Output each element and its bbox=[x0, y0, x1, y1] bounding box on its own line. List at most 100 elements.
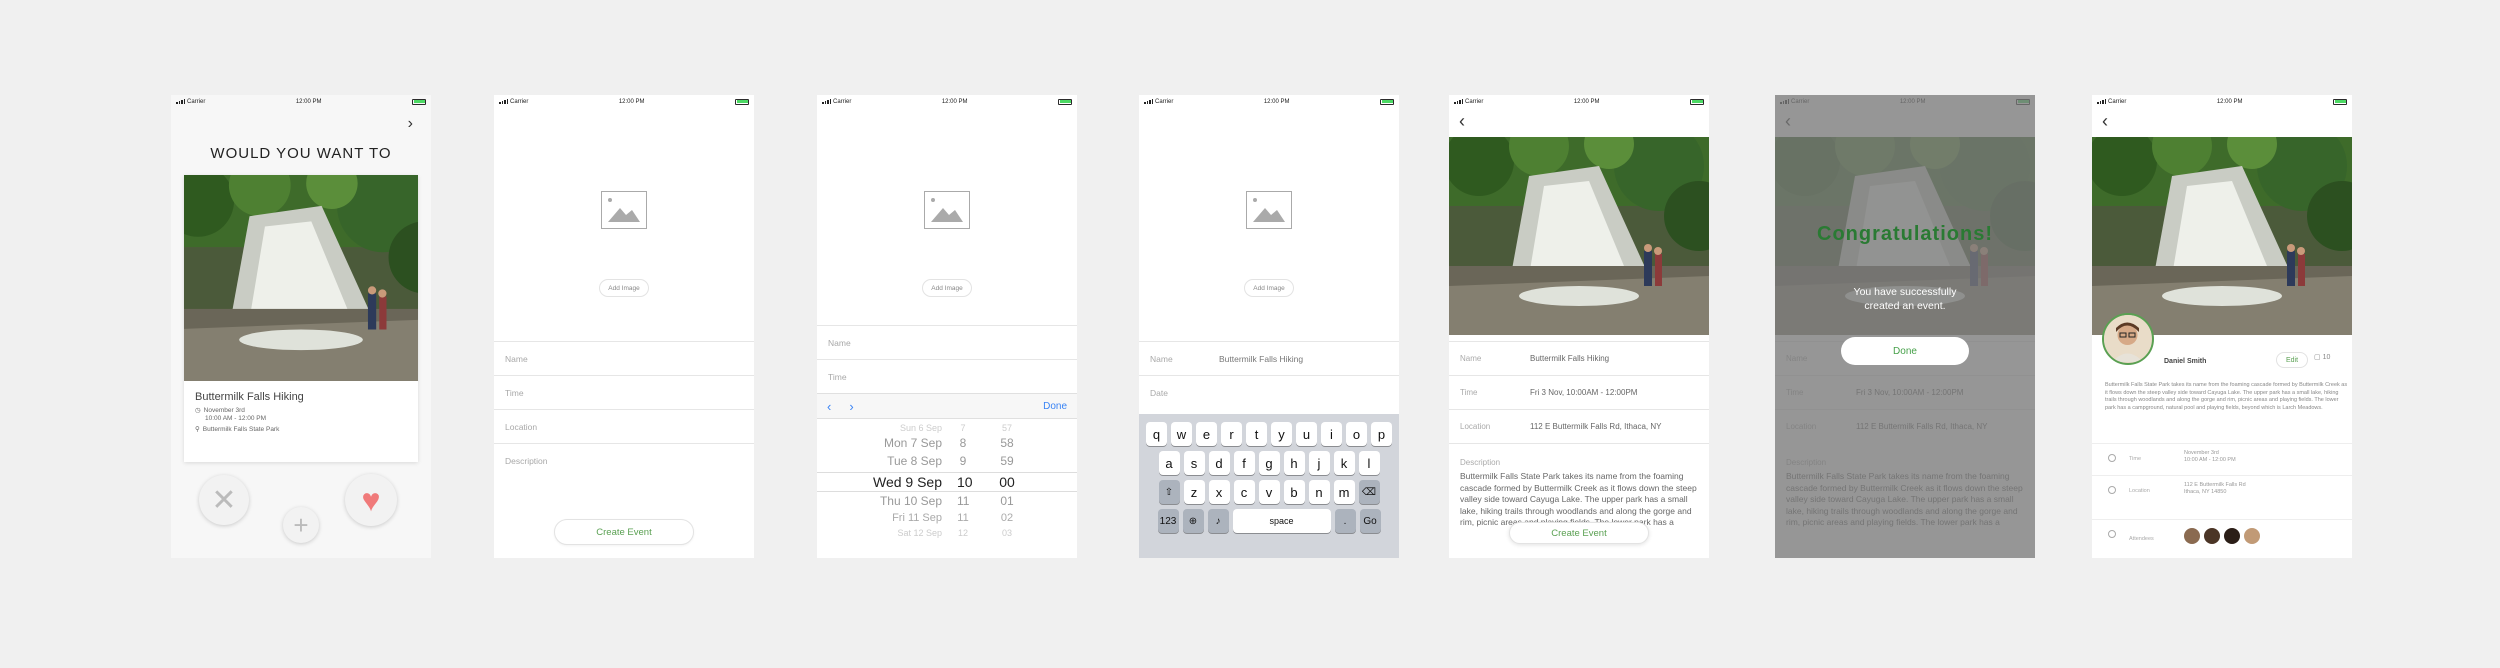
add-image-button[interactable]: Add Image bbox=[1244, 279, 1294, 297]
key-c[interactable]: c bbox=[1233, 480, 1255, 504]
key-e[interactable]: e bbox=[1196, 422, 1217, 446]
picker-row[interactable]: Tue 8 Sep 9 59 bbox=[817, 454, 1077, 472]
key-u[interactable]: u bbox=[1296, 422, 1317, 446]
key-i[interactable]: i bbox=[1321, 422, 1342, 446]
picker-row[interactable]: Thu 10 Sep 11 01 bbox=[817, 494, 1077, 512]
key-z[interactable]: z bbox=[1183, 480, 1205, 504]
key-x[interactable]: x bbox=[1208, 480, 1230, 504]
key-m[interactable]: m bbox=[1333, 480, 1355, 504]
done-button[interactable]: Done bbox=[1043, 401, 1067, 412]
key-b[interactable]: b bbox=[1283, 480, 1305, 504]
carrier: Carrier bbox=[1155, 98, 1174, 105]
carrier: Carrier bbox=[187, 98, 206, 105]
description-label: Description bbox=[1460, 458, 1501, 467]
avatar[interactable] bbox=[2102, 313, 2154, 365]
time-label: Time bbox=[1460, 388, 1478, 397]
key-s[interactable]: s bbox=[1183, 451, 1205, 475]
screen-event-detail: Carrier 12:00 PM ‹ Name Buttermilk Falls … bbox=[1449, 95, 1709, 558]
name-value: Buttermilk Falls Hiking bbox=[1219, 353, 1304, 364]
add-image-button[interactable]: Add Image bbox=[599, 279, 649, 297]
back-icon[interactable]: ‹ bbox=[1459, 111, 1465, 132]
attendee-avatar[interactable] bbox=[2184, 528, 2200, 544]
globe-icon[interactable]: ⊕ bbox=[1182, 509, 1204, 533]
key-r[interactable]: r bbox=[1221, 422, 1242, 446]
location-field[interactable]: Location bbox=[494, 409, 754, 443]
time-placeholder: Time bbox=[828, 371, 847, 382]
clock: 12:00 PM bbox=[1573, 98, 1600, 105]
chevron-right-icon[interactable]: › bbox=[849, 399, 853, 414]
backspace-key[interactable]: ⌫ bbox=[1358, 480, 1380, 504]
name-field[interactable]: Name bbox=[494, 341, 754, 375]
key-j[interactable]: j bbox=[1308, 451, 1330, 475]
description-field[interactable]: Description bbox=[494, 443, 754, 477]
date-field[interactable]: Date bbox=[1139, 375, 1399, 409]
numbers-key[interactable]: 123 bbox=[1157, 509, 1179, 533]
shift-key[interactable]: ⇧ bbox=[1158, 480, 1180, 504]
picker-row[interactable]: Sat 12 Sep 12 03 bbox=[817, 528, 1077, 546]
time-row[interactable]: Time Fri 3 Nov, 10:00AM - 12:00PM bbox=[1449, 375, 1709, 409]
like-button[interactable]: ♥ bbox=[345, 474, 397, 526]
go-key[interactable]: Go bbox=[1359, 509, 1381, 533]
dot-key[interactable]: . bbox=[1334, 509, 1356, 533]
chevron-left-icon[interactable]: ‹ bbox=[827, 399, 831, 414]
key-v[interactable]: v bbox=[1258, 480, 1280, 504]
attendee-avatar[interactable] bbox=[2244, 528, 2260, 544]
image-placeholder: Add Image bbox=[494, 111, 754, 341]
key-l[interactable]: l bbox=[1358, 451, 1380, 475]
key-p[interactable]: p bbox=[1371, 422, 1392, 446]
name-field[interactable]: Name Buttermilk Falls Hiking bbox=[1139, 341, 1399, 375]
add-image-button[interactable]: Add Image bbox=[922, 279, 972, 297]
picker-row-selected[interactable]: Wed 9 Sep 10 00 bbox=[817, 474, 1077, 492]
key-t[interactable]: t bbox=[1246, 422, 1267, 446]
description-text: Buttermilk Falls State Park takes its na… bbox=[2105, 382, 2348, 411]
key-h[interactable]: h bbox=[1283, 451, 1305, 475]
key-y[interactable]: y bbox=[1271, 422, 1292, 446]
edit-button[interactable]: Edit bbox=[2276, 352, 2308, 368]
clock-icon: ◷ bbox=[195, 407, 201, 414]
mic-icon[interactable]: ♪ bbox=[1207, 509, 1229, 533]
heart-icon: ♥ bbox=[361, 481, 381, 518]
battery-icon bbox=[1690, 98, 1704, 105]
create-event-button[interactable]: Create Event bbox=[1509, 522, 1649, 544]
key-a[interactable]: a bbox=[1158, 451, 1180, 475]
location-pin-icon: ⚲ bbox=[195, 426, 200, 433]
event-date: November 3rd bbox=[203, 406, 245, 414]
screen-keyboard: Carrier 12:00 PM Add Image Name Buttermil… bbox=[1139, 95, 1399, 558]
key-f[interactable]: f bbox=[1233, 451, 1255, 475]
comments-button[interactable]: ▢ 10 bbox=[2314, 353, 2330, 362]
description-placeholder: Description bbox=[505, 455, 548, 466]
carrier: Carrier bbox=[833, 98, 852, 105]
event-card[interactable]: Buttermilk Falls Hiking ◷ November 3rd 10… bbox=[184, 175, 418, 462]
back-icon[interactable]: ‹ bbox=[2102, 111, 2108, 132]
screen-swipe: Carrier 12:00 PM › WOULD YOU WANT TO But… bbox=[171, 95, 431, 558]
status-bar: Carrier 12:00 PM bbox=[817, 95, 1077, 108]
location-row[interactable]: Location 112 E Buttermilk Falls Rd, Ithac… bbox=[1449, 409, 1709, 443]
key-q[interactable]: q bbox=[1146, 422, 1167, 446]
page-title: WOULD YOU WANT TO bbox=[210, 145, 392, 162]
battery-icon bbox=[1058, 98, 1072, 105]
time-field[interactable]: Time bbox=[494, 375, 754, 409]
done-button[interactable]: Done bbox=[1841, 337, 1969, 365]
create-event-button[interactable]: Create Event bbox=[554, 519, 694, 545]
key-g[interactable]: g bbox=[1258, 451, 1280, 475]
key-k[interactable]: k bbox=[1333, 451, 1355, 475]
key-o[interactable]: o bbox=[1346, 422, 1367, 446]
attendee-avatar[interactable] bbox=[2224, 528, 2240, 544]
name-row[interactable]: Name Buttermilk Falls Hiking bbox=[1449, 341, 1709, 375]
space-key[interactable]: space bbox=[1232, 509, 1331, 533]
dismiss-button[interactable]: ✕ bbox=[199, 475, 249, 525]
carrier: Carrier bbox=[1465, 98, 1484, 105]
key-d[interactable]: d bbox=[1208, 451, 1230, 475]
carrier: Carrier bbox=[510, 98, 529, 105]
key-n[interactable]: n bbox=[1308, 480, 1330, 504]
time-field[interactable]: Time bbox=[817, 359, 1077, 393]
battery-icon bbox=[2333, 98, 2347, 105]
key-w[interactable]: w bbox=[1171, 422, 1192, 446]
attendee-avatar[interactable] bbox=[2204, 528, 2220, 544]
chevron-right-icon[interactable]: › bbox=[408, 115, 413, 133]
status-bar: Carrier 12:00 PM bbox=[2092, 95, 2352, 108]
name-field[interactable]: Name bbox=[817, 325, 1077, 359]
picker-row[interactable]: Mon 7 Sep 8 58 bbox=[817, 436, 1077, 454]
date-time-picker[interactable]: Sun 6 Sep 7 57 Mon 7 Sep 8 58 Tue 8 Sep 9 59 W… bbox=[817, 419, 1077, 558]
add-event-button[interactable]: + bbox=[283, 507, 319, 543]
